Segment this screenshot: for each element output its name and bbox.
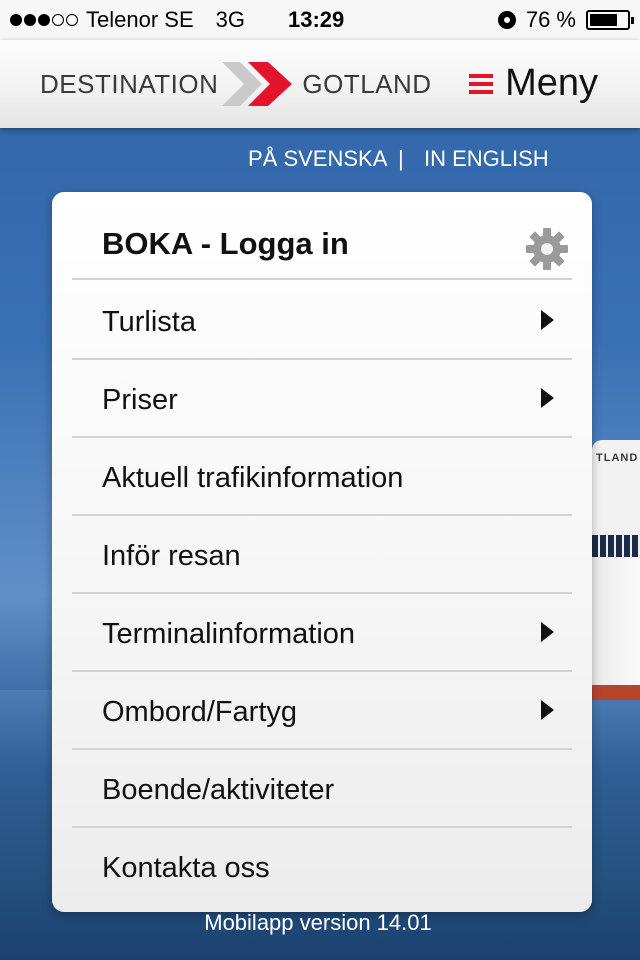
chevron-right-icon	[541, 622, 554, 642]
menu-item-label: BOKA - Logga in	[102, 226, 349, 261]
clock: 13:29	[288, 7, 345, 32]
signal-dot	[10, 14, 22, 26]
carrier-name: Telenor SE	[86, 7, 194, 32]
battery-fill	[590, 14, 617, 26]
network-type: 3G	[215, 7, 245, 32]
gear-icon	[526, 228, 568, 270]
ship-name-text: TLAND	[596, 452, 639, 464]
battery-percent: 76 %	[525, 7, 576, 32]
menu-item-turlista[interactable]: Turlista	[72, 282, 572, 360]
menu-item-boende-aktiviteter[interactable]: Boende/aktiviteter	[72, 750, 572, 828]
menu-item-label: Terminalinformation	[102, 618, 356, 650]
signal-dot	[38, 14, 50, 26]
ship-waterline	[592, 685, 640, 700]
app-header: DESTINATION GOTLAND Meny	[0, 40, 640, 128]
menu-button-label: Meny	[505, 62, 598, 104]
swedish-language-link[interactable]: PÅ SVENSKA	[248, 146, 387, 172]
signal-dot	[24, 14, 36, 26]
ferry-image: TLAND	[592, 440, 640, 700]
signal-dot	[52, 14, 64, 26]
destination-gotland-logo[interactable]: DESTINATION GOTLAND	[40, 60, 432, 108]
menu-item-label: Turlista	[102, 306, 196, 338]
menu-item-ombord-fartyg[interactable]: Ombord/Fartyg	[72, 672, 572, 750]
app-version-text: Mobilapp version 14.01	[204, 910, 432, 935]
logo-text-left: DESTINATION	[40, 68, 219, 99]
menu-item-label: Boende/aktiviteter	[102, 774, 335, 806]
hamburger-icon	[469, 73, 494, 94]
menu-item-label: Priser	[102, 384, 178, 416]
menu-item-label: Inför resan	[102, 540, 241, 572]
logo-text-right: GOTLAND	[302, 68, 432, 99]
menu-item-label: Ombord/Fartyg	[102, 696, 297, 728]
signal-strength-icon	[10, 14, 78, 26]
app-version: Mobilapp version 14.01	[0, 910, 640, 936]
menu-item-trafikinformation[interactable]: Aktuell trafikinformation	[72, 438, 572, 516]
alarm-icon	[497, 11, 516, 29]
english-language-link[interactable]: IN ENGLISH	[424, 146, 549, 172]
chevron-right-icon	[541, 700, 554, 720]
menu-item-boka-login[interactable]: BOKA - Logga in	[72, 202, 572, 280]
menu-item-terminalinformation[interactable]: Terminalinformation	[72, 594, 572, 672]
menu-item-infor-resan[interactable]: Inför resan	[72, 516, 572, 594]
ship-hull	[592, 557, 640, 685]
language-separator: |	[398, 146, 404, 171]
battery-icon	[586, 10, 634, 30]
main-menu: BOKA - Logga in Turlista Priser Aktuell …	[52, 192, 592, 912]
ship-windows	[592, 535, 640, 557]
menu-item-priser[interactable]: Priser	[72, 360, 572, 438]
menu-item-kontakta-oss[interactable]: Kontakta oss	[72, 828, 572, 906]
menu-item-label: Aktuell trafikinformation	[102, 462, 404, 494]
chevron-right-icon	[541, 310, 554, 330]
status-bar: Telenor SE 3G 13:29 76 %	[0, 0, 640, 40]
logo-chevron-icon	[222, 62, 293, 106]
chevron-right-icon	[541, 388, 554, 408]
menu-button[interactable]: Meny	[469, 62, 598, 105]
signal-dot	[66, 14, 78, 26]
menu-item-label: Kontakta oss	[102, 852, 270, 884]
